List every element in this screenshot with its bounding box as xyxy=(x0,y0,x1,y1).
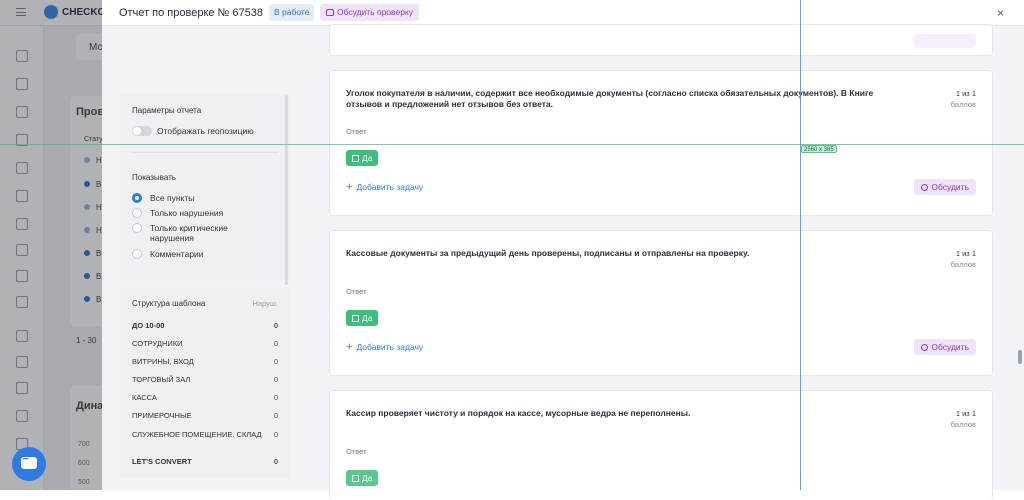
structure-section[interactable]: ДО 10-00 0 xyxy=(132,321,278,330)
answer-yes-badge: Да xyxy=(346,310,379,326)
question-card: Кассовые документы за предыдущий день пр… xyxy=(329,230,993,376)
template-structure-panel: Структура шаблона Наруш. ДО 10-00 0 СОТРУ… xyxy=(120,288,290,478)
question-card: Кассир проверяет чистоту и порядок на ка… xyxy=(329,390,993,500)
add-task-button[interactable]: + Добавить задачу xyxy=(346,181,423,193)
question-score: 1 из 1 баллов xyxy=(950,249,976,269)
add-task-button[interactable]: + Добавить задачу xyxy=(346,341,423,353)
params-title: Параметры отчета xyxy=(132,106,202,115)
comment-icon xyxy=(921,184,929,191)
report-modal: Отчет по проверке № 67538 В работе Обсуд… xyxy=(102,0,1024,500)
radio-button[interactable] xyxy=(132,208,142,218)
radio-label: Все пункты xyxy=(150,193,195,203)
show-title: Показывать xyxy=(132,173,176,182)
structure-section[interactable]: КАССА 0 xyxy=(132,393,278,402)
discuss-check-label: Обсудить проверку xyxy=(337,7,413,17)
structure-section[interactable]: ПРИМЕРОЧНЫЕ 0 xyxy=(132,411,278,420)
check-icon xyxy=(352,475,359,482)
geo-toggle[interactable] xyxy=(132,126,152,136)
question-text: Уголок покупателя в наличии, содержит вс… xyxy=(346,88,874,109)
question-score: 1 из 1 баллов xyxy=(950,409,976,429)
discuss-button[interactable]: Обсудить xyxy=(914,339,976,355)
discuss-button-partial[interactable] xyxy=(914,34,976,48)
question-text: Кассовые документы за предыдущий день пр… xyxy=(346,248,750,258)
plus-icon: + xyxy=(346,341,353,353)
chat-icon xyxy=(21,457,37,469)
answer-yes-badge: Да xyxy=(346,150,379,166)
radio-button[interactable] xyxy=(132,249,142,259)
params-scrollbar[interactable] xyxy=(285,95,288,285)
structure-title: Структура шаблона xyxy=(132,299,206,308)
structure-section[interactable]: СОТРУДНИКИ 0 xyxy=(132,339,278,348)
vertical-guide-line xyxy=(800,0,801,490)
divider xyxy=(132,152,278,153)
radio-button[interactable] xyxy=(132,223,142,233)
modal-title: Отчет по проверке № 67538 xyxy=(119,7,264,19)
discuss-button[interactable]: Обсудить xyxy=(914,179,976,195)
radio-label: Только критические нарушения xyxy=(150,223,228,243)
structure-section[interactable]: LET'S CONVERT 0 xyxy=(132,457,278,466)
comment-icon xyxy=(921,344,929,351)
radio-button[interactable] xyxy=(132,193,142,203)
violations-column-header: Наруш. xyxy=(252,299,278,308)
question-text: Кассир проверяет чистоту и порядок на ка… xyxy=(346,408,691,418)
modal-header: Отчет по проверке № 67538 В работе Обсуд… xyxy=(102,0,1024,26)
plus-icon: + xyxy=(346,181,353,193)
radio-label: Комментарии xyxy=(150,249,204,259)
answer-yes-badge: Да xyxy=(346,470,379,486)
question-score: 1 из 1 баллов xyxy=(950,89,976,109)
size-badge: 2560 x 385 xyxy=(801,145,837,153)
check-icon xyxy=(352,315,359,322)
close-icon[interactable]: × xyxy=(997,6,1004,20)
structure-section[interactable]: ВИТРИНЫ, ВХОД 0 xyxy=(132,357,278,366)
question-card: Уголок покупателя в наличии, содержит вс… xyxy=(329,70,993,216)
structure-section[interactable]: ТОРГОВЫЙ ЗАЛ 0 xyxy=(132,375,278,384)
status-badge: В работе xyxy=(269,4,315,21)
discuss-check-button[interactable]: Обсудить проверку xyxy=(320,4,419,21)
chat-widget-button[interactable] xyxy=(12,447,46,481)
answer-label: Ответ xyxy=(346,127,367,136)
horizontal-guide-line xyxy=(0,144,1024,145)
radio-label: Только нарушения xyxy=(150,208,224,218)
question-card-partial xyxy=(329,24,993,56)
answer-label: Ответ xyxy=(346,447,367,456)
answer-label: Ответ xyxy=(346,287,367,296)
geo-toggle-label: Отображать геопозицию xyxy=(157,126,254,136)
structure-section[interactable]: СЛУЖЕБНОЕ ПОМЕЩЕНИЕ, СКЛАД 0 xyxy=(132,430,278,439)
scroll-handle[interactable] xyxy=(1018,350,1022,364)
check-icon xyxy=(352,155,359,162)
report-params-panel: Параметры отчета Отображать геопозицию П… xyxy=(120,94,290,280)
comment-icon xyxy=(326,9,334,16)
